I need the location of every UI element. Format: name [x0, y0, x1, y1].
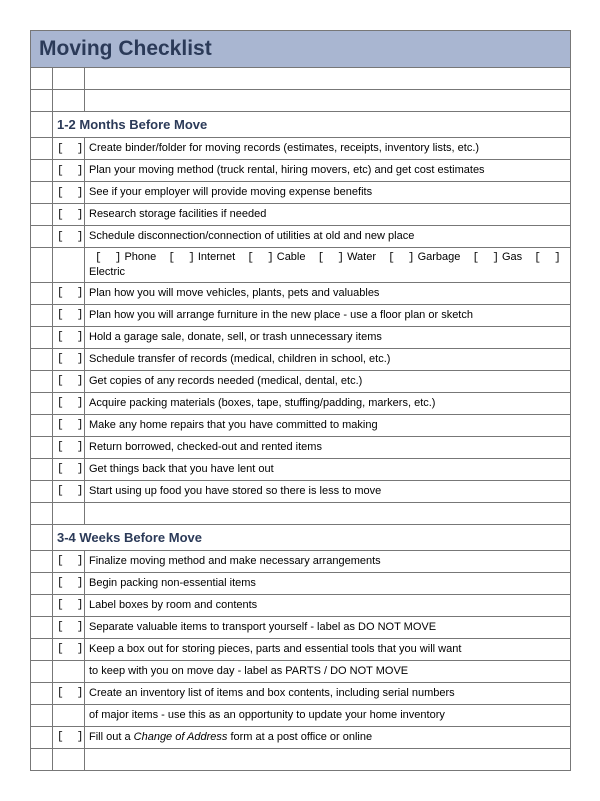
row-left-cell — [31, 704, 53, 726]
checklist-item-text: Schedule disconnection/connection of uti… — [85, 226, 571, 248]
spacer-cell — [53, 68, 85, 90]
row-left-cell — [31, 204, 53, 226]
spacer-cell — [53, 748, 85, 770]
checkbox[interactable]: [ ] — [53, 348, 85, 370]
row-check-cell-empty — [53, 704, 85, 726]
checklist-item-text: Research storage facilities if needed — [85, 204, 571, 226]
row-left-cell — [31, 348, 53, 370]
checkbox[interactable]: [ ] — [53, 304, 85, 326]
checklist-item-text: Create binder/folder for moving records … — [85, 138, 571, 160]
row-left-cell — [31, 638, 53, 660]
checkbox[interactable]: [ ] — [53, 682, 85, 704]
row-left-cell — [31, 392, 53, 414]
row-left-cell — [31, 248, 53, 283]
row-left-cell — [31, 480, 53, 502]
checkbox[interactable]: [ ] — [53, 572, 85, 594]
row-left-cell — [31, 660, 53, 682]
sub-checklist: [ ] Phone [ ] Internet [ ] Cable [ ] Wat… — [85, 248, 571, 283]
row-left-cell — [31, 726, 53, 748]
spacer-cell — [31, 748, 53, 770]
checkbox[interactable]: [ ] — [53, 160, 85, 182]
spacer-cell — [85, 68, 571, 90]
checkbox[interactable]: [ ] — [53, 616, 85, 638]
row-left-cell — [31, 326, 53, 348]
spacer-cell — [53, 90, 85, 112]
section-left-cell — [31, 524, 53, 550]
spacer-cell — [31, 90, 53, 112]
spacer-cell — [53, 502, 85, 524]
checkbox[interactable]: [ ] — [53, 204, 85, 226]
checklist-item-text: Finalize moving method and make necessar… — [85, 550, 571, 572]
checklist-item-text: Plan how you will arrange furniture in t… — [85, 304, 571, 326]
row-left-cell — [31, 414, 53, 436]
spacer-cell — [85, 748, 571, 770]
checkbox[interactable]: [ ] — [53, 226, 85, 248]
row-left-cell — [31, 550, 53, 572]
checklist-item-text: Create an inventory list of items and bo… — [85, 682, 571, 704]
checklist-item-text: to keep with you on move day - label as … — [85, 660, 571, 682]
row-left-cell — [31, 370, 53, 392]
checklist-item-text: Plan how you will move vehicles, plants,… — [85, 282, 571, 304]
checkbox[interactable]: [ ] — [53, 550, 85, 572]
checklist-item-text: Schedule transfer of records (medical, c… — [85, 348, 571, 370]
row-left-cell — [31, 682, 53, 704]
row-left-cell — [31, 572, 53, 594]
checkbox[interactable]: [ ] — [53, 594, 85, 616]
checklist-item-text: Get things back that you have lent out — [85, 458, 571, 480]
row-left-cell — [31, 304, 53, 326]
checkbox[interactable]: [ ] — [53, 638, 85, 660]
row-left-cell — [31, 458, 53, 480]
checkbox[interactable]: [ ] — [53, 392, 85, 414]
row-left-cell — [31, 182, 53, 204]
checklist-item-text: Hold a garage sale, donate, sell, or tra… — [85, 326, 571, 348]
section-heading: 3-4 Weeks Before Move — [53, 524, 571, 550]
section-left-cell — [31, 112, 53, 138]
row-left-cell — [31, 138, 53, 160]
checklist-item-text: Begin packing non-essential items — [85, 572, 571, 594]
row-left-cell — [31, 594, 53, 616]
row-left-cell — [31, 436, 53, 458]
row-left-cell — [31, 616, 53, 638]
checklist-item-text: Fill out a Change of Address form at a p… — [85, 726, 571, 748]
checkbox[interactable]: [ ] — [53, 436, 85, 458]
checkbox[interactable]: [ ] — [53, 370, 85, 392]
checklist-item-text: Start using up food you have stored so t… — [85, 480, 571, 502]
spacer-cell — [31, 502, 53, 524]
spacer-cell — [85, 90, 571, 112]
row-check-cell-empty — [53, 660, 85, 682]
row-left-cell — [31, 282, 53, 304]
checklist-item-text: Plan your moving method (truck rental, h… — [85, 160, 571, 182]
checkbox[interactable]: [ ] — [53, 480, 85, 502]
row-check-cell-empty — [53, 248, 85, 283]
checkbox[interactable]: [ ] — [53, 326, 85, 348]
checklist-item-text: Acquire packing materials (boxes, tape, … — [85, 392, 571, 414]
spacer-cell — [85, 502, 571, 524]
checkbox[interactable]: [ ] — [53, 138, 85, 160]
checkbox[interactable]: [ ] — [53, 282, 85, 304]
checklist-item-text: Get copies of any records needed (medica… — [85, 370, 571, 392]
checkbox[interactable]: [ ] — [53, 182, 85, 204]
checkbox[interactable]: [ ] — [53, 458, 85, 480]
checklist-item-text: Return borrowed, checked-out and rented … — [85, 436, 571, 458]
checklist-item-text: of major items - use this as an opportun… — [85, 704, 571, 726]
row-left-cell — [31, 226, 53, 248]
checklist-item-text: Make any home repairs that you have comm… — [85, 414, 571, 436]
checkbox[interactable]: [ ] — [53, 726, 85, 748]
checklist-item-text: See if your employer will provide moving… — [85, 182, 571, 204]
checklist-item-text: Label boxes by room and contents — [85, 594, 571, 616]
row-left-cell — [31, 160, 53, 182]
checklist-item-text: Keep a box out for storing pieces, parts… — [85, 638, 571, 660]
section-heading: 1-2 Months Before Move — [53, 112, 571, 138]
checklist-item-text: Separate valuable items to transport you… — [85, 616, 571, 638]
moving-checklist-table: Moving Checklist1-2 Months Before Move[ … — [30, 30, 571, 771]
checkbox[interactable]: [ ] — [53, 414, 85, 436]
spacer-cell — [31, 68, 53, 90]
page-title: Moving Checklist — [31, 31, 571, 68]
